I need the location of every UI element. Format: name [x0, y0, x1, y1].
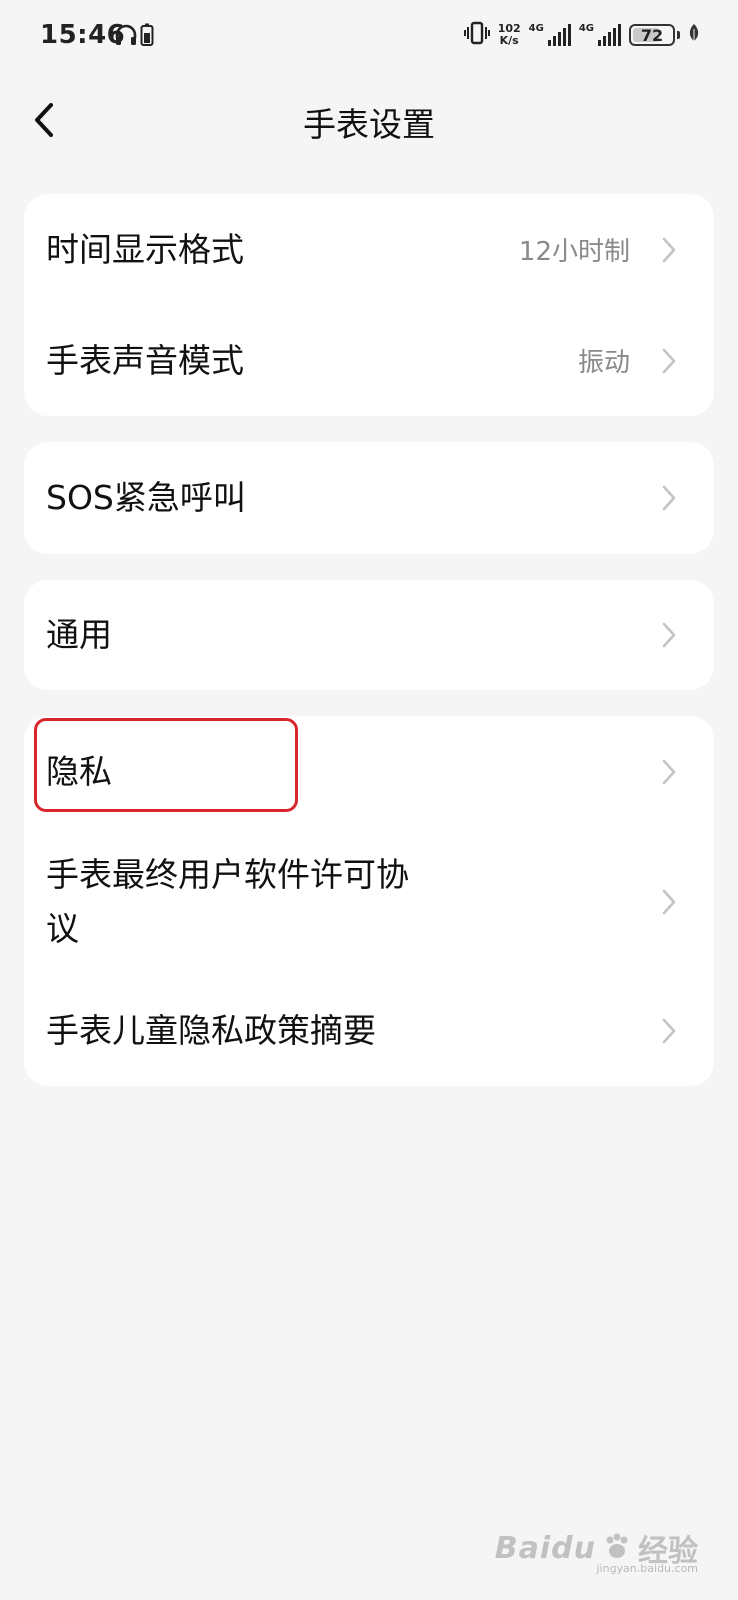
- row-time-display-format[interactable]: 时间显示格式 12小时制: [24, 194, 714, 305]
- settings-group-sos: SOS紧急呼叫: [24, 442, 714, 554]
- chevron-right-icon: [662, 485, 676, 511]
- page-title: 手表设置: [303, 105, 435, 144]
- settings-group-display-sound: 时间显示格式 12小时制 手表声音模式 振动: [24, 194, 714, 416]
- row-sos-emergency-call[interactable]: SOS紧急呼叫: [24, 442, 714, 554]
- row-value: 12小时制: [518, 237, 630, 267]
- chevron-right-icon: [662, 622, 676, 648]
- vibrate-icon: [463, 21, 490, 49]
- watermark-brand: Baidu: [494, 1530, 596, 1566]
- row-label-line2: 议: [46, 909, 79, 948]
- row-eula[interactable]: 手表最终用户软件许可协 议: [24, 828, 714, 976]
- paw-icon: [602, 1531, 632, 1565]
- sim1-label: 4G: [528, 23, 544, 34]
- battery-cap: [677, 31, 680, 39]
- signal-bar: [547, 40, 551, 46]
- watermark: Baidu 经验 jingyan.baidu.com: [494, 1526, 698, 1576]
- row-label: 手表声音模式: [46, 340, 244, 380]
- sim2-label: 4G: [578, 23, 594, 34]
- watermark-sub: jingyan.baidu.com: [596, 1562, 698, 1575]
- signal-bar: [562, 28, 566, 46]
- signal-bar: [618, 24, 621, 46]
- status-bar: 15:46 102 K/s 4G 4G 72: [0, 0, 738, 70]
- row-label: 时间显示格式: [46, 229, 244, 269]
- signal-bar: [567, 24, 571, 46]
- signal-bar: [557, 32, 561, 46]
- signal-bar: [603, 36, 606, 46]
- battery-indicator: 72: [629, 24, 675, 46]
- signal-bar: [552, 36, 556, 46]
- chevron-right-icon: [662, 759, 676, 785]
- row-label: 通用: [46, 615, 112, 654]
- chevron-right-icon: [662, 889, 676, 915]
- row-label-line1: 手表最终用户软件许可协: [46, 855, 409, 894]
- app-header: 手表设置: [0, 80, 738, 160]
- signal-sim2: 4G: [579, 24, 621, 46]
- net-speed-unit: K/s: [499, 34, 519, 47]
- signal-bar: [608, 32, 611, 46]
- signal-bar: [613, 28, 616, 46]
- headphones-icon: [114, 24, 138, 50]
- row-general[interactable]: 通用: [24, 580, 714, 690]
- chevron-right-icon: [662, 1018, 676, 1044]
- highlight-annotation: [34, 718, 298, 812]
- signal-sim1: 4G: [529, 24, 571, 46]
- row-label: 手表儿童隐私政策摘要: [46, 1011, 376, 1050]
- row-label: SOS紧急呼叫: [46, 478, 246, 517]
- row-label: 手表最终用户软件许可协 议: [46, 848, 409, 956]
- phone-battery-icon: [140, 23, 154, 51]
- row-watch-sound-mode[interactable]: 手表声音模式 振动: [24, 305, 714, 416]
- battery-level: 72: [640, 25, 664, 45]
- row-child-privacy-summary[interactable]: 手表儿童隐私政策摘要: [24, 976, 714, 1086]
- leaf-icon: [688, 23, 700, 47]
- status-time: 15:46: [40, 20, 126, 50]
- row-value: 振动: [577, 348, 630, 378]
- chevron-right-icon: [662, 348, 676, 373]
- status-right: 102 K/s 4G 4G 72: [463, 18, 700, 52]
- settings-group-general: 通用: [24, 580, 714, 690]
- chevron-right-icon: [662, 237, 676, 262]
- signal-bar: [598, 40, 601, 46]
- net-speed: 102 K/s: [498, 23, 521, 47]
